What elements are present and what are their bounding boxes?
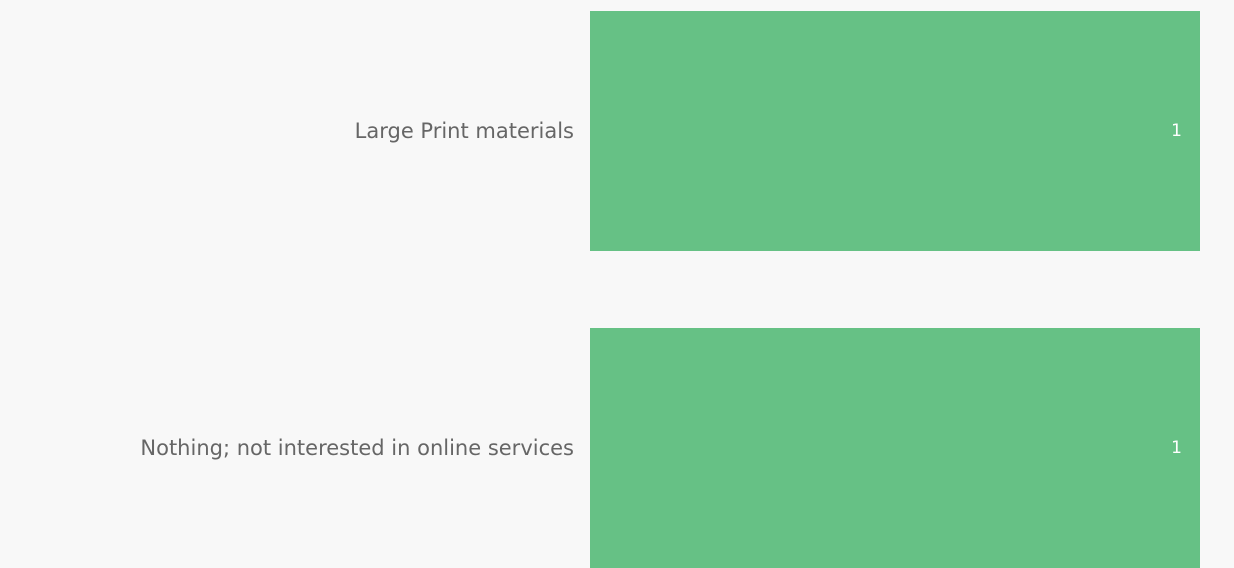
- value-label-1: 1: [1171, 438, 1182, 458]
- bar-1[interactable]: [590, 328, 1200, 568]
- bar-chart-svg: Large Print materials 1 Nothing; not inter…: [140, 11, 1200, 568]
- bar-0[interactable]: [590, 11, 1200, 251]
- category-label-1: Nothing; not interested in online servic…: [140, 436, 574, 460]
- bar-chart: Large Print materials 1 Nothing; not inter…: [0, 0, 1234, 568]
- category-label-0: Large Print materials: [355, 119, 574, 143]
- value-label-0: 1: [1171, 121, 1182, 141]
